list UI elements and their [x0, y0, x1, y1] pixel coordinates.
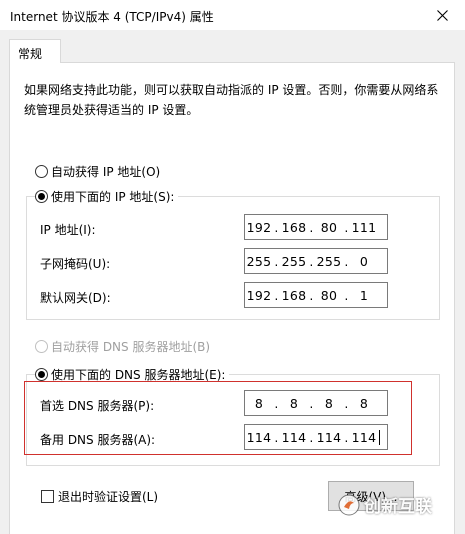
- preferred-dns-input[interactable]: 8. 8. 8. 8: [244, 390, 388, 416]
- radio-circle-disabled: [35, 340, 48, 353]
- alternate-dns-input[interactable]: 114. 114. 114. 114: [244, 424, 388, 450]
- subnet-mask-input[interactable]: 255. 255. 255. 0: [244, 248, 388, 274]
- window-title: Internet 协议版本 4 (TCP/IPv4) 属性: [10, 10, 214, 24]
- radio-manual-ip-label: 使用下面的 IP 地址(S):: [51, 190, 175, 204]
- close-button[interactable]: [419, 0, 465, 30]
- subnet-mask-label: 子网掩码(U):: [40, 257, 111, 271]
- ip-address-label: IP 地址(I):: [40, 223, 96, 237]
- checkbox-box: [41, 490, 54, 503]
- radio-circle-selected: [35, 368, 48, 381]
- text-caret: [379, 429, 380, 445]
- watermark-text: 创新互联: [364, 497, 432, 517]
- tab-general-label: 常规: [18, 47, 43, 61]
- validate-settings-label: 退出时验证设置(L): [58, 490, 159, 504]
- validate-settings-checkbox[interactable]: 退出时验证设置(L): [41, 488, 158, 505]
- radio-auto-dns-label: 自动获得 DNS 服务器地址(B): [51, 340, 211, 354]
- tab-general[interactable]: 常规: [9, 39, 61, 63]
- close-icon: [436, 9, 448, 21]
- radio-circle: [35, 165, 48, 178]
- radio-circle-selected: [35, 190, 48, 203]
- default-gateway-label: 默认网关(D):: [40, 291, 111, 305]
- ip-address-input[interactable]: 192. 168. 80. 111: [244, 214, 388, 240]
- title-bar: Internet 协议版本 4 (TCP/IPv4) 属性: [0, 0, 465, 30]
- radio-auto-dns[interactable]: 自动获得 DNS 服务器地址(B): [35, 338, 215, 355]
- radio-auto-ip[interactable]: 自动获得 IP 地址(O): [35, 163, 165, 180]
- watermark-logo-icon: [338, 494, 360, 515]
- default-gateway-input[interactable]: 192. 168. 80. 1: [244, 282, 388, 308]
- alternate-dns-label: 备用 DNS 服务器(A):: [40, 433, 156, 447]
- radio-manual-ip[interactable]: 使用下面的 IP 地址(S):: [35, 188, 179, 205]
- radio-auto-ip-label: 自动获得 IP 地址(O): [51, 165, 161, 179]
- watermark: 创新互联: [338, 492, 432, 517]
- preferred-dns-label: 首选 DNS 服务器(P):: [40, 399, 155, 413]
- description-text: 如果网络支持此功能，则可以获取自动指派的 IP 设置。否则，你需要从网络系统管理…: [24, 83, 439, 117]
